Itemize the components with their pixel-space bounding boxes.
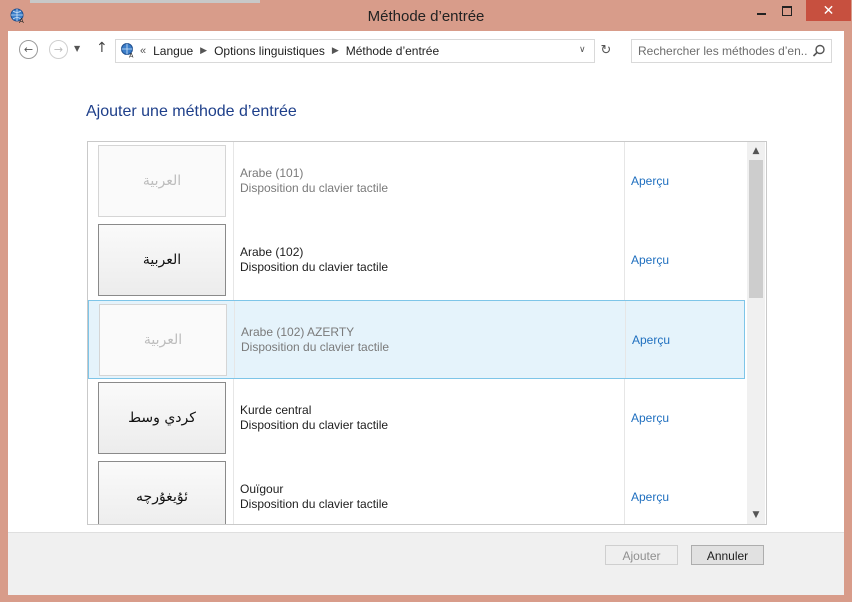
dialog-footer: Ajouter Annuler <box>8 532 844 595</box>
column-divider <box>233 379 234 458</box>
page-title: Ajouter une méthode d’entrée <box>86 103 297 120</box>
column-divider <box>233 221 234 300</box>
dialog-client-area: ← → ▼ ↑ A « Langue ▶ Options linguistiqu… <box>8 31 844 595</box>
minimize-icon <box>756 12 766 15</box>
preview-link[interactable]: Aperçu <box>631 411 669 425</box>
column-divider <box>233 142 234 221</box>
maximize-icon <box>782 5 792 16</box>
column-divider <box>624 142 625 221</box>
svg-text:A: A <box>129 52 134 59</box>
keyboard-thumbnail: العربية <box>98 224 226 296</box>
language-globe-icon: A <box>121 43 134 59</box>
scroll-down-arrow-icon[interactable]: ▼ <box>747 507 765 523</box>
column-divider <box>625 301 626 378</box>
item-name: Arabe (102) AZERTY <box>241 325 355 339</box>
item-name: Kurde central <box>240 403 312 417</box>
preview-link[interactable]: Aperçu <box>632 333 670 347</box>
recent-locations-chevron-icon[interactable]: ▼ <box>74 44 80 53</box>
column-divider <box>233 458 234 524</box>
preview-link[interactable]: Aperçu <box>631 174 669 188</box>
keyboard-thumbnail: العربية <box>98 145 226 217</box>
navigation-bar: ← → ▼ ↑ A « Langue ▶ Options linguistiqu… <box>8 31 844 69</box>
item-description: Disposition du clavier tactile <box>241 340 390 354</box>
window: A Méthode d’entrée ✕ ← → ▼ ↑ A « Langue … <box>0 0 852 602</box>
breadcrumb-item-langue[interactable]: Langue <box>153 44 193 58</box>
item-name: Arabe (102) <box>240 245 304 259</box>
minimize-button[interactable] <box>748 0 774 21</box>
titlebar[interactable]: A Méthode d’entrée ✕ <box>0 0 852 32</box>
column-divider <box>624 221 625 300</box>
list-item[interactable]: ئۇيغۇرچە Ouïgour Disposition du clavier … <box>88 458 745 524</box>
keyboard-thumbnail: العربية <box>99 304 227 376</box>
breadcrumb-separator-icon[interactable]: ▶ <box>200 46 207 56</box>
address-dropdown-icon[interactable]: ∨ <box>579 45 586 55</box>
scrollbar-thumb[interactable] <box>749 160 763 298</box>
item-description: Disposition du clavier tactile <box>240 418 389 432</box>
refresh-button[interactable]: ↻ <box>594 40 617 62</box>
search-icon[interactable] <box>812 44 826 58</box>
preview-link[interactable]: Aperçu <box>631 253 669 267</box>
cancel-button[interactable]: Annuler <box>691 545 764 565</box>
breadcrumb: « Langue ▶ Options linguistiques ▶ Métho… <box>140 44 439 58</box>
search-placeholder: Rechercher les méthodes d’en... <box>638 44 808 58</box>
keyboard-thumbnail: ئۇيغۇرچە <box>98 461 226 524</box>
up-button[interactable]: ↑ <box>96 40 108 56</box>
search-input[interactable]: Rechercher les méthodes d’en... <box>631 39 832 63</box>
input-method-list[interactable]: العربية Arabe (101) Disposition du clavi… <box>87 141 767 525</box>
vertical-scrollbar[interactable]: ▲ ▼ <box>747 142 765 524</box>
scroll-up-arrow-icon[interactable]: ▲ <box>747 143 765 159</box>
item-description: Disposition du clavier tactile <box>240 497 389 511</box>
item-name: Arabe (101) <box>240 166 304 180</box>
window-title: Méthode d’entrée <box>367 8 485 25</box>
breadcrumb-overflow[interactable]: « <box>140 45 146 57</box>
maximize-button[interactable] <box>774 0 800 21</box>
item-name: Ouïgour <box>240 482 284 496</box>
column-divider <box>624 458 625 524</box>
breadcrumb-item-options-linguistiques[interactable]: Options linguistiques <box>214 44 325 58</box>
column-divider <box>234 301 235 378</box>
add-button[interactable]: Ajouter <box>605 545 678 565</box>
breadcrumb-item-methode-entree[interactable]: Méthode d’entrée <box>346 44 439 58</box>
list-item-selected[interactable]: العربية Arabe (102) AZERTY Disposition d… <box>88 300 745 379</box>
keyboard-thumbnail: كردي وسط <box>98 382 226 454</box>
item-description: Disposition du clavier tactile <box>240 260 389 274</box>
back-button[interactable]: ← <box>19 40 38 59</box>
column-divider <box>624 379 625 458</box>
list-item[interactable]: العربية Arabe (101) Disposition du clavi… <box>88 142 745 221</box>
item-description: Disposition du clavier tactile <box>240 181 389 195</box>
address-bar[interactable]: A « Langue ▶ Options linguistiques ▶ Mét… <box>115 39 611 63</box>
list-item[interactable]: كردي وسط Kurde central Disposition du cl… <box>88 379 745 458</box>
preview-link[interactable]: Aperçu <box>631 490 669 504</box>
close-button[interactable]: ✕ <box>806 0 851 21</box>
breadcrumb-separator-icon[interactable]: ▶ <box>332 46 339 56</box>
list-item[interactable]: العربية Arabe (102) Disposition du clavi… <box>88 221 745 300</box>
close-icon: ✕ <box>822 2 835 19</box>
forward-button[interactable]: → <box>49 40 68 59</box>
